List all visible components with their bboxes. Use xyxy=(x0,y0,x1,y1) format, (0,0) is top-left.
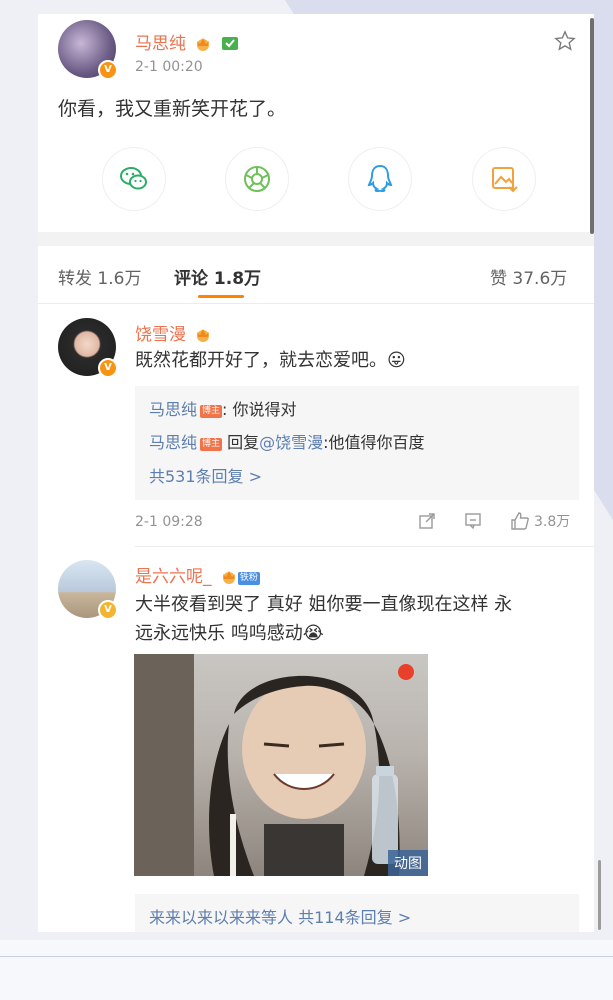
reply-user[interactable]: 马思纯 xyxy=(149,400,197,419)
share-qq-button[interactable] xyxy=(348,147,412,211)
crown-icon xyxy=(222,571,235,584)
reply-comment-button[interactable] xyxy=(464,512,482,530)
comment-text: 既然花都开好了，就去恋爱吧。😛 xyxy=(135,346,406,376)
share-wechat-button[interactable] xyxy=(102,147,166,211)
comment-text-line: 大半夜看到哭了 真好 姐你要一直像现在这样 永 xyxy=(135,594,513,615)
scrollbar-secondary xyxy=(598,860,601,930)
qq-icon xyxy=(367,164,393,193)
reply-summary-count[interactable]: 共114条回复 > xyxy=(298,908,411,927)
moments-icon xyxy=(244,166,270,192)
reply-summary-text[interactable]: 来来以来以来来等人 共114条回复 > xyxy=(149,904,411,928)
background-line xyxy=(0,956,613,957)
crown-icon xyxy=(197,38,210,51)
gif-label: 动图 xyxy=(388,850,428,876)
like-count: 3.8万 xyxy=(534,514,571,530)
tab-likes[interactable]: 赞 37.6万 xyxy=(490,264,567,289)
reply-text: : 你说得对 xyxy=(222,400,297,419)
commenter-name-text[interactable]: 饶雪漫 xyxy=(135,325,186,345)
crown-icon xyxy=(197,329,210,342)
reply-item[interactable]: 马思纯 博主: 你说得对 xyxy=(149,396,297,420)
comment-time: 2-1 09:28 xyxy=(135,514,203,530)
active-tab-indicator xyxy=(198,295,244,298)
reply-summary-names[interactable]: 来来以来以来来等人 xyxy=(149,908,293,927)
reply-user[interactable]: 马思纯 xyxy=(149,433,197,452)
verified-badge-icon: V xyxy=(98,60,118,80)
reply-summary-box[interactable]: 来来以来以来来等人 共114条回复 > xyxy=(135,894,579,932)
reply-preview-box[interactable]: 马思纯 博主: 你说得对 马思纯 博主 回复@饶雪漫:他值得你百度 共531条回复 … xyxy=(135,386,579,500)
save-image-button[interactable] xyxy=(472,147,536,211)
weibo-post-card: V 马思纯 2-1 00:20 你看，我又重新笑开花了。 转发 1.6万 评论 … xyxy=(38,14,594,932)
share-comment-button[interactable] xyxy=(418,512,436,530)
author-name[interactable]: 马思纯 xyxy=(135,29,239,54)
gif-photo-illustration xyxy=(134,654,414,876)
commenter-name-text[interactable]: 是六六呢_ xyxy=(135,567,212,587)
section-divider xyxy=(38,232,594,246)
comment-text-line: 远永远快乐 呜呜感动 xyxy=(135,623,303,644)
commenter-name[interactable]: 是六六呢_ 铁粉 xyxy=(135,562,260,587)
tongue-emoji-icon: 😛 xyxy=(387,350,406,371)
owner-tag: 博主 xyxy=(200,405,223,418)
reply-text: :他值得你百度 xyxy=(323,433,425,452)
verified-badge-icon: V xyxy=(98,358,118,378)
comment-divider xyxy=(135,546,594,547)
like-comment-button[interactable]: 3.8万 xyxy=(510,511,570,531)
crying-emoji-icon: 😭 xyxy=(302,623,324,644)
scrollbar[interactable] xyxy=(590,18,594,234)
reply-item[interactable]: 马思纯 博主 回复@饶雪漫:他值得你百度 xyxy=(149,429,425,453)
author-name-text[interactable]: 马思纯 xyxy=(135,34,186,54)
post-time: 2-1 00:20 xyxy=(135,59,203,75)
tab-repost[interactable]: 转发 1.6万 xyxy=(58,264,141,289)
owner-tag: 博主 xyxy=(200,438,223,451)
share-moments-button[interactable] xyxy=(225,147,289,211)
save-image-icon xyxy=(492,167,518,193)
background-band xyxy=(0,940,613,1000)
reply-word: 回复 xyxy=(227,433,260,452)
post-text: 你看，我又重新笑开花了。 xyxy=(58,98,287,120)
tab-comments[interactable]: 评论 1.8万 xyxy=(174,264,261,289)
thumbs-up-icon xyxy=(511,512,529,530)
fan-tag: 铁粉 xyxy=(237,572,260,585)
comment-gif-image[interactable]: 动图 xyxy=(134,654,428,876)
share-icon xyxy=(419,513,435,529)
verified-badge-icon: V xyxy=(98,600,118,620)
commenter-name[interactable]: 饶雪漫 xyxy=(135,320,212,345)
wechat-icon xyxy=(120,167,147,190)
comment-text-content: 既然花都开好了，就去恋爱吧。 xyxy=(135,350,387,371)
vip-icon xyxy=(221,37,238,50)
tabs-divider xyxy=(38,303,594,304)
more-replies-link[interactable]: 共531条回复 > xyxy=(149,463,262,487)
mention-link[interactable]: @饶雪漫 xyxy=(259,433,323,452)
comment-text: 大半夜看到哭了 真好 姐你要一直像现在这样 永 远永远快乐 呜呜感动😭 xyxy=(135,590,585,648)
star-icon[interactable] xyxy=(554,30,576,52)
comment-icon xyxy=(465,513,481,530)
